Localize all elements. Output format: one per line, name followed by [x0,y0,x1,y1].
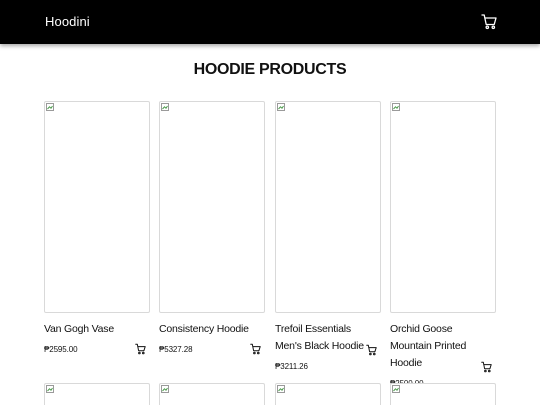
product-image[interactable] [44,101,150,313]
add-to-cart-icon[interactable] [250,343,261,355]
add-to-cart-icon[interactable] [481,361,492,373]
product-name[interactable]: Consistency Hoodie [159,321,265,338]
product-image[interactable] [275,101,381,313]
broken-image-icon [161,385,169,393]
product-name[interactable]: Van Gogh Vase [44,321,150,338]
product-card[interactable]: Consistency Hoodie ₱5327.28 [159,101,265,357]
price-row: ₱3211.26 [275,344,381,374]
product-image[interactable] [390,383,496,405]
product-card[interactable]: Trefoil Essentials Men's Black Hoodie ₱3… [275,101,381,374]
product-image[interactable] [159,383,265,405]
product-image[interactable] [159,101,265,313]
top-navbar: Hoodini [0,0,540,44]
broken-image-icon [46,103,54,111]
broken-image-icon [161,103,169,111]
product-card[interactable]: Orchid Goose Mountain Printed Hoodie ₱25… [390,101,496,391]
shopping-cart-icon[interactable] [481,13,497,30]
brand-logo-text[interactable]: Hoodini [45,14,90,29]
product-image[interactable] [275,383,381,405]
broken-image-icon [392,385,400,393]
broken-image-icon [277,385,285,393]
product-image[interactable] [44,383,150,405]
product-card[interactable]: Van Gogh Vase ₱2595.00 [44,101,150,357]
broken-image-icon [392,103,400,111]
price-row: ₱5327.28 [159,339,265,357]
product-price: ₱5327.28 [159,345,193,354]
price-row: ₱2595.00 [44,339,150,357]
product-price: ₱3211.26 [275,362,308,371]
page-title: HOODIE PRODUCTS [193,61,347,78]
add-to-cart-icon[interactable] [366,344,377,356]
product-price: ₱2595.00 [44,345,78,354]
product-image[interactable] [390,101,496,313]
broken-image-icon [277,103,285,111]
add-to-cart-icon[interactable] [135,343,146,355]
broken-image-icon [46,385,54,393]
